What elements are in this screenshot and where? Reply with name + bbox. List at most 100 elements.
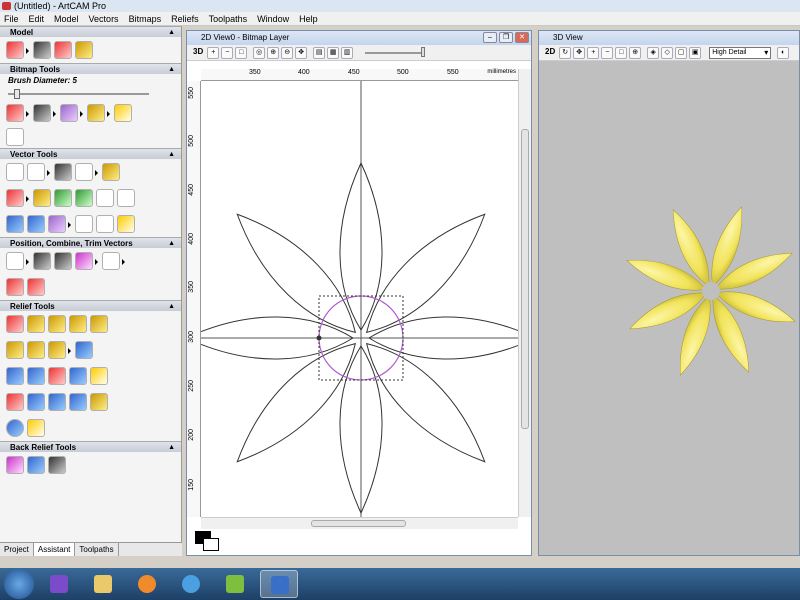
zoom-in-3d-icon[interactable]: + [587, 46, 600, 59]
flood-fill-icon[interactable] [33, 104, 56, 122]
smooth-icon[interactable] [27, 215, 45, 233]
circle-tool-icon[interactable] [75, 163, 98, 181]
grid-toggle-icon[interactable]: ▦ [327, 46, 340, 59]
start-button[interactable] [4, 569, 34, 599]
taskbar-browser[interactable] [172, 570, 210, 598]
menu-help[interactable]: Help [299, 12, 318, 25]
scroll-thumb[interactable] [521, 129, 529, 429]
minimize-button[interactable]: – [483, 32, 497, 43]
pattern-icon[interactable] [54, 252, 72, 270]
wrap-icon[interactable] [6, 278, 24, 296]
relief-import-icon[interactable] [27, 419, 45, 437]
copy-along-icon[interactable] [75, 252, 98, 270]
zoom-fit-icon[interactable]: □ [235, 46, 248, 59]
relief-star-icon[interactable] [6, 367, 24, 385]
angle-icon[interactable] [117, 189, 135, 207]
texture-icon[interactable] [27, 341, 45, 359]
taskbar-app[interactable] [216, 570, 254, 598]
detail-level-select[interactable]: High Detail [709, 46, 772, 59]
top-view-icon[interactable]: ◇ [661, 46, 674, 59]
shading-icon[interactable]: ◐ [777, 46, 790, 59]
offset-icon[interactable] [54, 189, 72, 207]
section-relief-tools[interactable]: Relief Tools ▲ [0, 300, 181, 311]
turn-icon[interactable] [90, 315, 108, 333]
pen-tool-icon[interactable] [6, 128, 24, 146]
menu-file[interactable]: File [4, 12, 19, 25]
relief-offset-icon[interactable] [27, 393, 45, 411]
sculpt-icon[interactable] [75, 341, 93, 359]
zoom-all-icon[interactable]: ⊖ [281, 46, 294, 59]
iso-view-icon[interactable]: ◈ [647, 46, 660, 59]
tab-project[interactable]: Project [0, 543, 34, 556]
section-model[interactable]: Model ▲ [0, 26, 181, 37]
model-import-image-icon[interactable] [75, 41, 93, 59]
grid-icon[interactable] [75, 189, 93, 207]
collapse-icon[interactable]: ▲ [168, 301, 175, 312]
star-icon[interactable] [117, 215, 135, 233]
switch-2d-button[interactable]: 2D [543, 47, 557, 59]
side-view-icon[interactable]: ▣ [689, 46, 702, 59]
rotate-icon[interactable]: ↻ [559, 46, 572, 59]
spin-icon[interactable] [48, 315, 66, 333]
collapse-icon[interactable]: ▲ [168, 238, 175, 249]
zoom-box-icon[interactable]: ⊕ [267, 46, 280, 59]
relief-3d-canvas[interactable] [539, 61, 799, 555]
menu-window[interactable]: Window [257, 12, 289, 25]
model-size-icon[interactable] [6, 41, 29, 59]
restore-button[interactable]: ❐ [499, 32, 513, 43]
zoom-previous-icon[interactable]: ◎ [253, 46, 266, 59]
menu-model[interactable]: Model [54, 12, 79, 25]
back-relief-stack-icon[interactable] [48, 456, 66, 474]
menu-vectors[interactable]: Vectors [89, 12, 119, 25]
front-view-icon[interactable]: ▢ [675, 46, 688, 59]
relief-scale-icon[interactable] [48, 393, 66, 411]
curve-icon[interactable] [96, 215, 114, 233]
color-picker-icon[interactable] [60, 104, 83, 122]
close-button[interactable]: ✕ [515, 32, 529, 43]
smooth-relief-icon[interactable] [48, 341, 71, 359]
tab-assistant[interactable]: Assistant [33, 543, 76, 556]
taskbar-media-player[interactable] [128, 570, 166, 598]
trim-icon[interactable] [27, 278, 45, 296]
trace-icon[interactable] [33, 189, 51, 207]
model-origin-icon[interactable] [54, 41, 72, 59]
zoom-in-icon[interactable]: + [207, 46, 220, 59]
secondary-color[interactable] [203, 538, 219, 551]
menu-bitmaps[interactable]: Bitmaps [129, 12, 162, 25]
back-relief-layer-icon[interactable] [27, 456, 45, 474]
text-tool-icon[interactable] [102, 163, 120, 181]
section-position-combine-trim[interactable]: Position, Combine, Trim Vectors ▲ [0, 237, 181, 248]
slider-thumb[interactable] [14, 89, 20, 99]
zoom-fit-3d-icon[interactable]: □ [615, 46, 628, 59]
color-swatch[interactable] [195, 531, 223, 553]
snap-icon[interactable]: ▤ [313, 46, 326, 59]
menu-edit[interactable]: Edit [29, 12, 45, 25]
pan-icon[interactable]: ✥ [295, 46, 308, 59]
color-link-icon[interactable] [114, 104, 132, 122]
two-rail-sweep-icon[interactable] [6, 341, 24, 359]
back-relief-create-icon[interactable] [6, 456, 24, 474]
relief-fade-icon[interactable] [48, 367, 66, 385]
brush-diameter-slider[interactable] [8, 88, 173, 100]
select-arrow-icon[interactable] [6, 163, 24, 181]
mirror-icon[interactable] [96, 189, 114, 207]
node-edit-icon[interactable] [27, 163, 50, 181]
pan-3d-icon[interactable]: ✥ [573, 46, 586, 59]
polyline-icon[interactable] [6, 189, 29, 207]
tab-toolpaths[interactable]: Toolpaths [75, 543, 119, 556]
extrude-icon[interactable] [27, 315, 45, 333]
vector-doctor-icon[interactable] [6, 215, 24, 233]
relief-layers-icon[interactable] [27, 367, 45, 385]
paint-brush-icon[interactable] [6, 104, 29, 122]
menu-toolpaths[interactable]: Toolpaths [209, 12, 248, 25]
swept-profile-icon[interactable] [69, 315, 87, 333]
taskbar-explorer[interactable] [84, 570, 122, 598]
taskbar-artcam[interactable] [260, 570, 298, 598]
fillet-icon[interactable] [48, 215, 71, 233]
guidelines-icon[interactable]: ▥ [341, 46, 354, 59]
section-bitmap-tools[interactable]: Bitmap Tools ▲ [0, 63, 181, 74]
menu-reliefs[interactable]: Reliefs [171, 12, 199, 25]
opacity-slider[interactable] [365, 46, 426, 57]
collapse-icon[interactable]: ▲ [168, 27, 175, 38]
align-icon[interactable] [6, 252, 29, 270]
